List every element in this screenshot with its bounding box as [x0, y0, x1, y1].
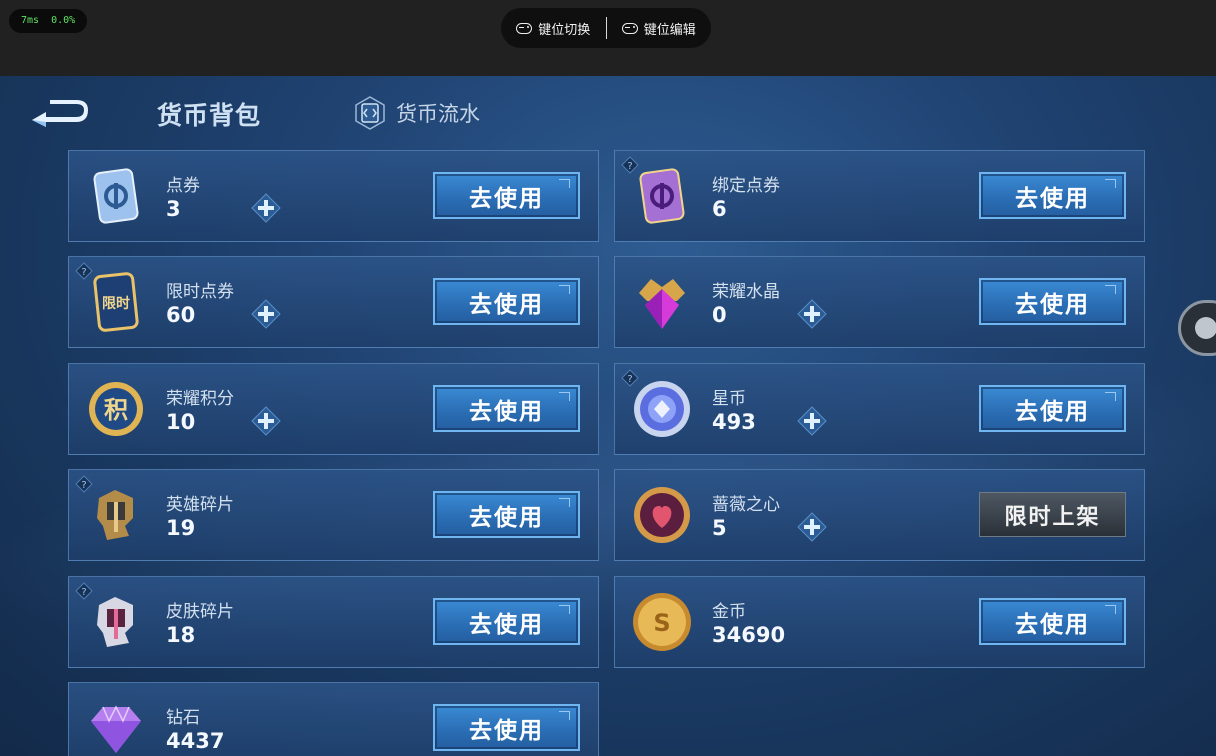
- keymap-switch-label: 键位切换: [538, 22, 591, 38]
- latency-text: 7ms: [21, 15, 40, 26]
- currency-card: ? 皮肤碎片 18 去使用: [68, 576, 599, 668]
- use-button[interactable]: 去使用: [979, 172, 1126, 219]
- use-button[interactable]: 去使用: [433, 598, 580, 645]
- currency-card: 蔷薇之心 5 限时上架: [614, 469, 1145, 561]
- add-icon[interactable]: [251, 299, 281, 329]
- limited-voucher-icon: 限时: [93, 272, 139, 332]
- currency-name: 荣耀积分: [166, 389, 234, 409]
- use-button[interactable]: 去使用: [433, 491, 580, 538]
- limited-sale-button[interactable]: 限时上架: [979, 492, 1126, 537]
- currency-amount: 18: [166, 623, 196, 647]
- currency-name: 英雄碎片: [166, 495, 234, 515]
- currency-name: 金币: [712, 602, 746, 622]
- currency-amount: 3: [166, 197, 181, 221]
- currency-card: 钻石 4437 去使用: [68, 682, 599, 756]
- currency-amount: 34690: [712, 623, 786, 647]
- currency-name: 蔷薇之心: [712, 495, 780, 515]
- ledger-icon: [355, 96, 385, 130]
- rose-heart-icon: [634, 487, 690, 543]
- gamepad-icon: [516, 22, 533, 34]
- currency-amount: 4437: [166, 729, 225, 753]
- loss-text: 0.0%: [51, 15, 76, 26]
- skin-fragment-icon: [97, 597, 133, 647]
- use-button[interactable]: 去使用: [433, 385, 580, 432]
- bound-voucher-card-icon: [639, 168, 685, 224]
- currency-card: ? 限时 限时点券 60 去使用: [68, 256, 599, 348]
- game-viewport: 货币背包 货币流水 点券 3 去使用? 绑定点券 6 去使用? 限时 限时点券 60 去使用 荣耀水…: [0, 76, 1216, 756]
- glory-crystal-icon: [639, 279, 685, 329]
- tab-flow-label: 货币流水: [396, 102, 480, 126]
- currency-name: 星币: [712, 389, 746, 409]
- add-icon[interactable]: [797, 299, 827, 329]
- keymap-edit-label: 键位编辑: [643, 22, 696, 38]
- svg-text:积: 积: [104, 396, 128, 424]
- tab-currency-wallet[interactable]: 货币背包: [157, 96, 261, 132]
- currency-card: ? 绑定点券 6 去使用: [614, 150, 1145, 242]
- svg-text:S: S: [653, 609, 670, 637]
- currency-name: 点券: [166, 176, 200, 196]
- star-coin-icon: [634, 381, 690, 437]
- use-button[interactable]: 去使用: [433, 172, 580, 219]
- perf-indicator: 7ms 0.0%: [9, 9, 88, 33]
- currency-amount: 5: [712, 516, 727, 540]
- currency-name: 荣耀水晶: [712, 282, 780, 302]
- floating-menu-handle[interactable]: [1178, 300, 1216, 356]
- currency-name: 皮肤碎片: [166, 602, 234, 622]
- add-icon[interactable]: [797, 512, 827, 542]
- voucher-card-icon: [93, 168, 139, 224]
- currency-name: 绑定点券: [712, 176, 780, 196]
- keymap-switch-button[interactable]: 键位切换: [501, 8, 606, 48]
- currency-card: ? 英雄碎片 19 去使用: [68, 469, 599, 561]
- add-icon[interactable]: [797, 406, 827, 436]
- hero-fragment-icon: [97, 490, 133, 540]
- svg-text:限时: 限时: [102, 295, 130, 312]
- glory-points-icon: 积: [89, 382, 143, 436]
- currency-amount: 60: [166, 303, 196, 327]
- currency-name: 钻石: [166, 708, 200, 728]
- use-button[interactable]: 去使用: [979, 278, 1126, 325]
- currency-amount: 6: [712, 197, 727, 221]
- add-icon[interactable]: [251, 193, 281, 223]
- currency-card: S 金币 34690 去使用: [614, 576, 1145, 668]
- currency-amount: 10: [166, 410, 196, 434]
- use-button[interactable]: 去使用: [979, 385, 1126, 432]
- currency-amount: 493: [712, 410, 756, 434]
- currency-name: 限时点券: [166, 282, 234, 302]
- gamepad-icon: [621, 22, 638, 34]
- add-icon[interactable]: [251, 406, 281, 436]
- tab-currency-flow[interactable]: 货币流水: [354, 96, 480, 130]
- currency-card: 荣耀水晶 0 去使用: [614, 256, 1145, 348]
- diamond-icon: [91, 705, 141, 753]
- currency-amount: 19: [166, 516, 196, 540]
- use-button[interactable]: 去使用: [433, 704, 580, 751]
- currency-card: 积 荣耀积分 10 去使用: [68, 363, 599, 455]
- use-button[interactable]: 去使用: [433, 278, 580, 325]
- currency-amount: 0: [712, 303, 727, 327]
- emulator-toolbar: 7ms 0.0% 键位切换 键位编辑: [0, 0, 1216, 76]
- keymap-edit-button[interactable]: 键位编辑: [607, 8, 712, 48]
- gold-coin-icon: S: [633, 593, 691, 651]
- use-button[interactable]: 去使用: [979, 598, 1126, 645]
- keymap-pill: 键位切换 键位编辑: [501, 8, 711, 48]
- currency-card: ? 星币 493 去使用: [614, 363, 1145, 455]
- currency-card: 点券 3 去使用: [68, 150, 599, 242]
- back-icon[interactable]: [28, 98, 90, 130]
